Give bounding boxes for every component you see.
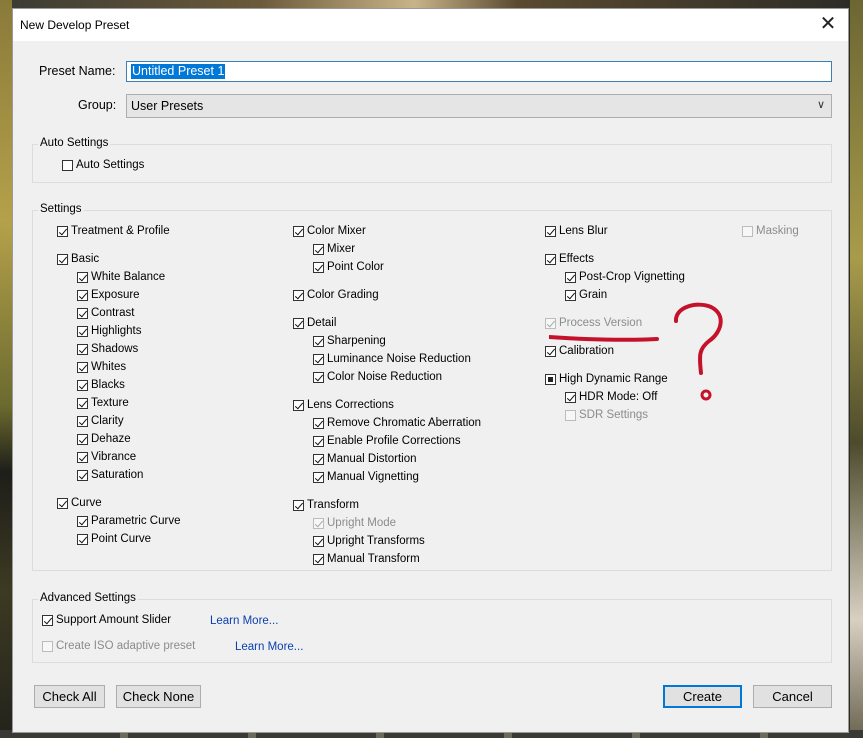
blacks-checkbox[interactable]: Blacks xyxy=(77,377,125,393)
whites-checkbox[interactable]: Whites xyxy=(77,359,126,375)
vibrance-checkbox[interactable]: Vibrance xyxy=(77,449,136,465)
learn-more-link[interactable]: Learn More... xyxy=(235,641,303,653)
shadows-checkbox[interactable]: Shadows xyxy=(77,341,138,357)
white-balance-checkbox[interactable]: White Balance xyxy=(77,269,165,285)
manual-distortion-checkbox[interactable]: Manual Distortion xyxy=(313,451,416,467)
manual-vignetting-checkbox[interactable]: Manual Vignetting xyxy=(313,469,419,485)
masking-checkbox: Masking xyxy=(742,223,799,239)
lens-corrections-checkbox[interactable]: Lens Corrections xyxy=(293,397,394,413)
auto-settings-checkbox[interactable]: Auto Settings xyxy=(62,157,144,173)
settings-title: Settings xyxy=(38,203,84,215)
exposure-checkbox[interactable]: Exposure xyxy=(77,287,140,303)
color-mixer-checkbox[interactable]: Color Mixer xyxy=(293,223,366,239)
effects-checkbox[interactable]: Effects xyxy=(545,251,594,267)
point-color-checkbox[interactable]: Point Color xyxy=(313,259,384,275)
check-all-button[interactable]: Check All xyxy=(34,685,105,708)
advanced-settings-title: Advanced Settings xyxy=(38,592,138,604)
luminance-noise-reduction-checkbox[interactable]: Luminance Noise Reduction xyxy=(313,351,471,367)
title-bar: New Develop Preset ✕ xyxy=(13,9,848,41)
highlights-checkbox[interactable]: Highlights xyxy=(77,323,142,339)
create-iso-adaptive-preset-checkbox: Create ISO adaptive preset xyxy=(42,638,195,654)
check-none-button[interactable]: Check None xyxy=(116,685,201,708)
remove-chromatic-aberration-checkbox[interactable]: Remove Chromatic Aberration xyxy=(313,415,481,431)
dialog-title: New Develop Preset xyxy=(20,18,130,32)
mixer-checkbox[interactable]: Mixer xyxy=(313,241,355,257)
learn-more-link[interactable]: Learn More... xyxy=(210,615,278,627)
cancel-button[interactable]: Cancel xyxy=(753,685,832,708)
preset-name-input[interactable]: Untitled Preset 1 xyxy=(126,61,832,82)
color-noise-reduction-checkbox[interactable]: Color Noise Reduction xyxy=(313,369,442,385)
dehaze-checkbox[interactable]: Dehaze xyxy=(77,431,131,447)
upright-mode-checkbox: Upright Mode xyxy=(313,515,396,531)
red-question-mark-annotation xyxy=(549,302,723,401)
color-grading-checkbox[interactable]: Color Grading xyxy=(293,287,379,303)
group-value: User Presets xyxy=(131,99,204,113)
detail-checkbox[interactable]: Detail xyxy=(293,315,336,331)
texture-checkbox[interactable]: Texture xyxy=(77,395,129,411)
enable-profile-corrections-checkbox[interactable]: Enable Profile Corrections xyxy=(313,433,461,449)
group-label: Group: xyxy=(78,98,117,112)
transform-checkbox[interactable]: Transform xyxy=(293,497,359,513)
contrast-checkbox[interactable]: Contrast xyxy=(77,305,134,321)
upright-transforms-checkbox[interactable]: Upright Transforms xyxy=(313,533,425,549)
auto-settings-group xyxy=(32,144,832,183)
preset-name-label: Preset Name: xyxy=(39,64,116,78)
basic-checkbox[interactable]: Basic xyxy=(57,251,99,267)
treatment-profile-checkbox[interactable]: Treatment & Profile xyxy=(57,223,170,239)
create-button[interactable]: Create xyxy=(663,685,742,708)
preset-name-value: Untitled Preset 1 xyxy=(131,64,226,79)
post-crop-vignetting-checkbox[interactable]: Post-Crop Vignetting xyxy=(565,269,685,285)
parametric-curve-checkbox[interactable]: Parametric Curve xyxy=(77,513,180,529)
clarity-checkbox[interactable]: Clarity xyxy=(77,413,124,429)
support-amount-slider-checkbox[interactable]: Support Amount Slider xyxy=(42,612,171,628)
group-select[interactable]: User Presets ∨ xyxy=(126,94,832,118)
chevron-down-icon: ∨ xyxy=(816,99,825,111)
close-icon[interactable]: ✕ xyxy=(818,14,838,34)
point-curve-checkbox[interactable]: Point Curve xyxy=(77,531,151,547)
manual-transform-checkbox[interactable]: Manual Transform xyxy=(313,551,420,567)
curve-checkbox[interactable]: Curve xyxy=(57,495,102,511)
saturation-checkbox[interactable]: Saturation xyxy=(77,467,143,483)
auto-settings-title: Auto Settings xyxy=(38,137,111,149)
new-develop-preset-dialog: New Develop Preset ✕ Preset Name: Untitl… xyxy=(12,8,849,733)
sharpening-checkbox[interactable]: Sharpening xyxy=(313,333,386,349)
lens-blur-checkbox[interactable]: Lens Blur xyxy=(545,223,608,239)
